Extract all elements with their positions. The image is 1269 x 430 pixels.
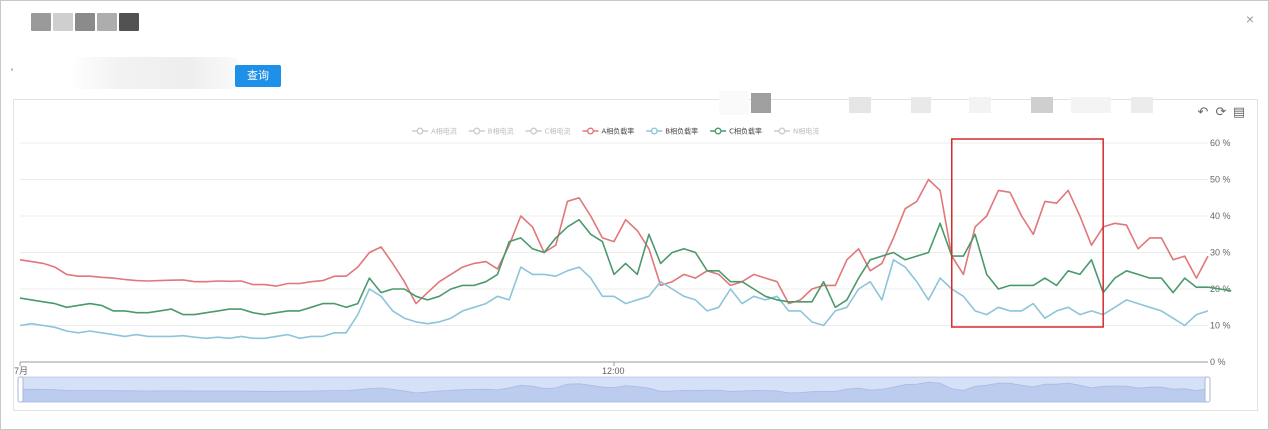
legend-item[interactable]: C相电流 (525, 127, 571, 136)
legend-item[interactable]: N相电流 (774, 127, 819, 136)
legend-label: C相电流 (545, 127, 571, 136)
legend-label: N相电流 (793, 127, 819, 136)
y-tick-label: 0 % (1210, 357, 1226, 367)
series-line (19, 218, 1232, 316)
legend-marker (587, 127, 594, 135)
legend-marker (530, 127, 538, 135)
legend-item[interactable]: B相负载率 (646, 127, 698, 136)
line-chart: 0 %10 %20 %30 %40 %50 %60 %7月 12:00A相电流 B相… (14, 127, 1232, 403)
legend-marker (416, 127, 424, 135)
legend-label: B相电流 (488, 127, 514, 136)
legend-label: A相电流 (431, 127, 457, 136)
legend-item[interactable]: A相负载率 (582, 127, 635, 136)
legend-item[interactable]: A相电流 (412, 127, 457, 136)
legend-item[interactable]: C相负载率 (710, 127, 762, 136)
legend-marker (714, 127, 722, 135)
y-tick-label: 40 % (1210, 211, 1231, 221)
legend-label: B相负载率 (665, 127, 698, 136)
highlight-box (951, 138, 1104, 328)
legend-item[interactable]: B相电流 (468, 127, 514, 136)
x-tick-label: 7月 (14, 366, 28, 376)
zoom-slider-window (20, 377, 1208, 402)
y-tick-label: 30 % (1210, 248, 1231, 258)
x-tick-label: 12:00 (602, 366, 625, 376)
y-tick-label: 10 % (1210, 321, 1231, 331)
legend-label: C相负载率 (729, 127, 762, 136)
zoom-slider-handle-left[interactable] (17, 376, 24, 403)
legend-marker (650, 127, 658, 135)
legend-marker (778, 127, 786, 135)
legend-label: A相负载率 (602, 127, 635, 136)
zoom-slider-handle-right[interactable] (1204, 376, 1211, 403)
y-tick-label: 60 % (1210, 138, 1231, 148)
y-tick-label: 50 % (1210, 175, 1231, 185)
legend-marker (473, 127, 481, 135)
